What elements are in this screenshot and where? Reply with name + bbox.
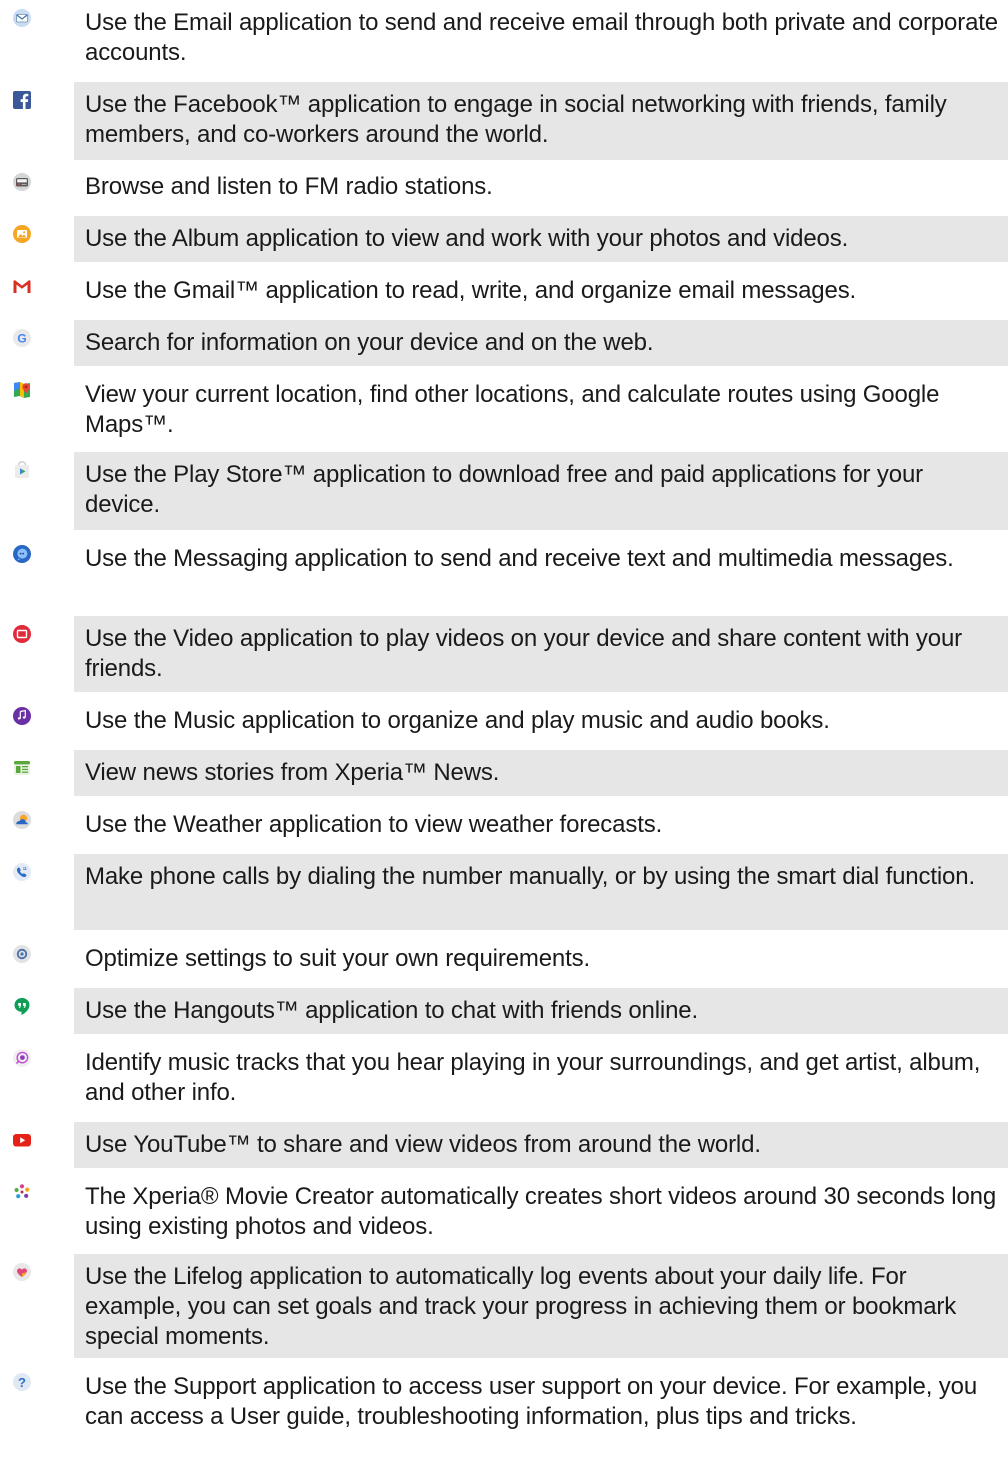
list-item: View news stories from Xperia™ News. (0, 750, 1008, 796)
list-item: Use the Email application to send and re… (0, 0, 1008, 76)
list-item: Use the Facebook™ application to engage … (0, 82, 1008, 160)
icon-cell (0, 750, 74, 796)
icon-cell (0, 698, 74, 744)
list-item-description: Use YouTube™ to share and view videos fr… (74, 1122, 1008, 1168)
list-item-description: Make phone calls by dialing the number m… (74, 854, 1008, 930)
video-icon (12, 624, 32, 644)
svg-text:?: ? (18, 1375, 26, 1390)
icon-cell (0, 216, 74, 262)
list-item: Use the Messaging application to send an… (0, 536, 1008, 610)
icon-cell (0, 536, 74, 610)
messaging-icon (12, 544, 32, 564)
support-icon: ? (12, 1372, 32, 1392)
gmail-icon (12, 276, 32, 296)
movie-creator-icon (12, 1182, 32, 1202)
album-icon (12, 224, 32, 244)
list-item: Use the Lifelog application to automatic… (0, 1254, 1008, 1358)
music-icon (12, 706, 32, 726)
list-item: Identify music tracks that you hear play… (0, 1040, 1008, 1116)
icon-cell (0, 616, 74, 692)
list-item-description: Use the Gmail™ application to read, writ… (85, 277, 857, 304)
svg-text:G: G (17, 331, 26, 345)
play-store-icon (12, 460, 32, 480)
list-item-description: Optimize settings to suit your own requi… (85, 945, 591, 972)
list-item: The Xperia® Movie Creator automatically … (0, 1174, 1008, 1248)
list-item: Make phone calls by dialing the number m… (0, 854, 1008, 930)
list-item-description: Use the Hangouts™ application to chat wi… (74, 988, 1008, 1034)
icon-cell (0, 854, 74, 930)
icon-cell (0, 0, 74, 76)
list-item: Browse and listen to FM radio stations. (0, 164, 1008, 210)
list-item-description: Search for information on your device an… (74, 320, 1008, 366)
list-item: Use the Gmail™ application to read, writ… (0, 268, 1008, 314)
icon-cell (0, 82, 74, 160)
list-item-description: Use the Facebook™ application to engage … (74, 82, 1008, 160)
fm-radio-icon (12, 172, 32, 192)
facebook-icon (12, 90, 32, 110)
list-item-description: Use the Email application to send and re… (85, 9, 998, 66)
list-item-description: View your current location, find other l… (85, 381, 940, 438)
list-item-description: Use the Album application to view and wo… (74, 216, 1008, 262)
icon-cell (0, 372, 74, 446)
list-item-description: Browse and listen to FM radio stations. (85, 173, 493, 200)
icon-cell (0, 988, 74, 1034)
list-item: Use the Play Store™ application to downl… (0, 452, 1008, 530)
list-item-description: Identify music tracks that you hear play… (85, 1049, 981, 1106)
icon-cell (0, 936, 74, 982)
phone-icon (12, 862, 32, 882)
list-item-description: The Xperia® Movie Creator automatically … (85, 1183, 997, 1240)
list-item-description: Use the Lifelog application to automatic… (74, 1254, 1008, 1358)
trackid-icon (12, 1048, 32, 1068)
list-item: View your current location, find other l… (0, 372, 1008, 446)
list-item: Use the Video application to play videos… (0, 616, 1008, 692)
icon-cell (0, 452, 74, 530)
list-item: Use the Music application to organize an… (0, 698, 1008, 744)
list-item: G Search for information on your device a… (0, 320, 1008, 366)
news-icon (12, 758, 32, 778)
list-item: Use the Album application to view and wo… (0, 216, 1008, 262)
icon-cell (0, 1174, 74, 1248)
youtube-icon (12, 1130, 32, 1150)
icon-cell (0, 1122, 74, 1168)
email-icon (12, 8, 32, 28)
list-item-description: Use the Messaging application to send an… (85, 545, 954, 572)
list-item-description: Use the Support application to access us… (85, 1373, 978, 1430)
list-item-description: View news stories from Xperia™ News. (74, 750, 1008, 796)
list-item-description: Use the Music application to organize an… (85, 707, 830, 734)
list-item-description: Use the Weather application to view weat… (85, 811, 663, 838)
lifelog-icon (12, 1262, 32, 1282)
icon-cell: ? (0, 1364, 74, 1463)
list-item: Use the Hangouts™ application to chat wi… (0, 988, 1008, 1034)
icon-cell (0, 1254, 74, 1358)
icon-cell (0, 268, 74, 314)
list-item-description: Use the Video application to play videos… (74, 616, 1008, 692)
google-icon: G (12, 328, 32, 348)
weather-icon (12, 810, 32, 830)
maps-icon (12, 380, 32, 400)
icon-cell (0, 802, 74, 848)
list-item: Optimize settings to suit your own requi… (0, 936, 1008, 982)
icon-cell: G (0, 320, 74, 366)
settings-icon (12, 944, 32, 964)
list-item: Use the Weather application to view weat… (0, 802, 1008, 848)
list-item: Use YouTube™ to share and view videos fr… (0, 1122, 1008, 1168)
list-item: ? Use the Support application to access u… (0, 1364, 1008, 1463)
list-item-description: Use the Play Store™ application to downl… (74, 452, 1008, 530)
icon-cell (0, 164, 74, 210)
hangouts-icon (12, 996, 32, 1016)
icon-cell (0, 1040, 74, 1116)
